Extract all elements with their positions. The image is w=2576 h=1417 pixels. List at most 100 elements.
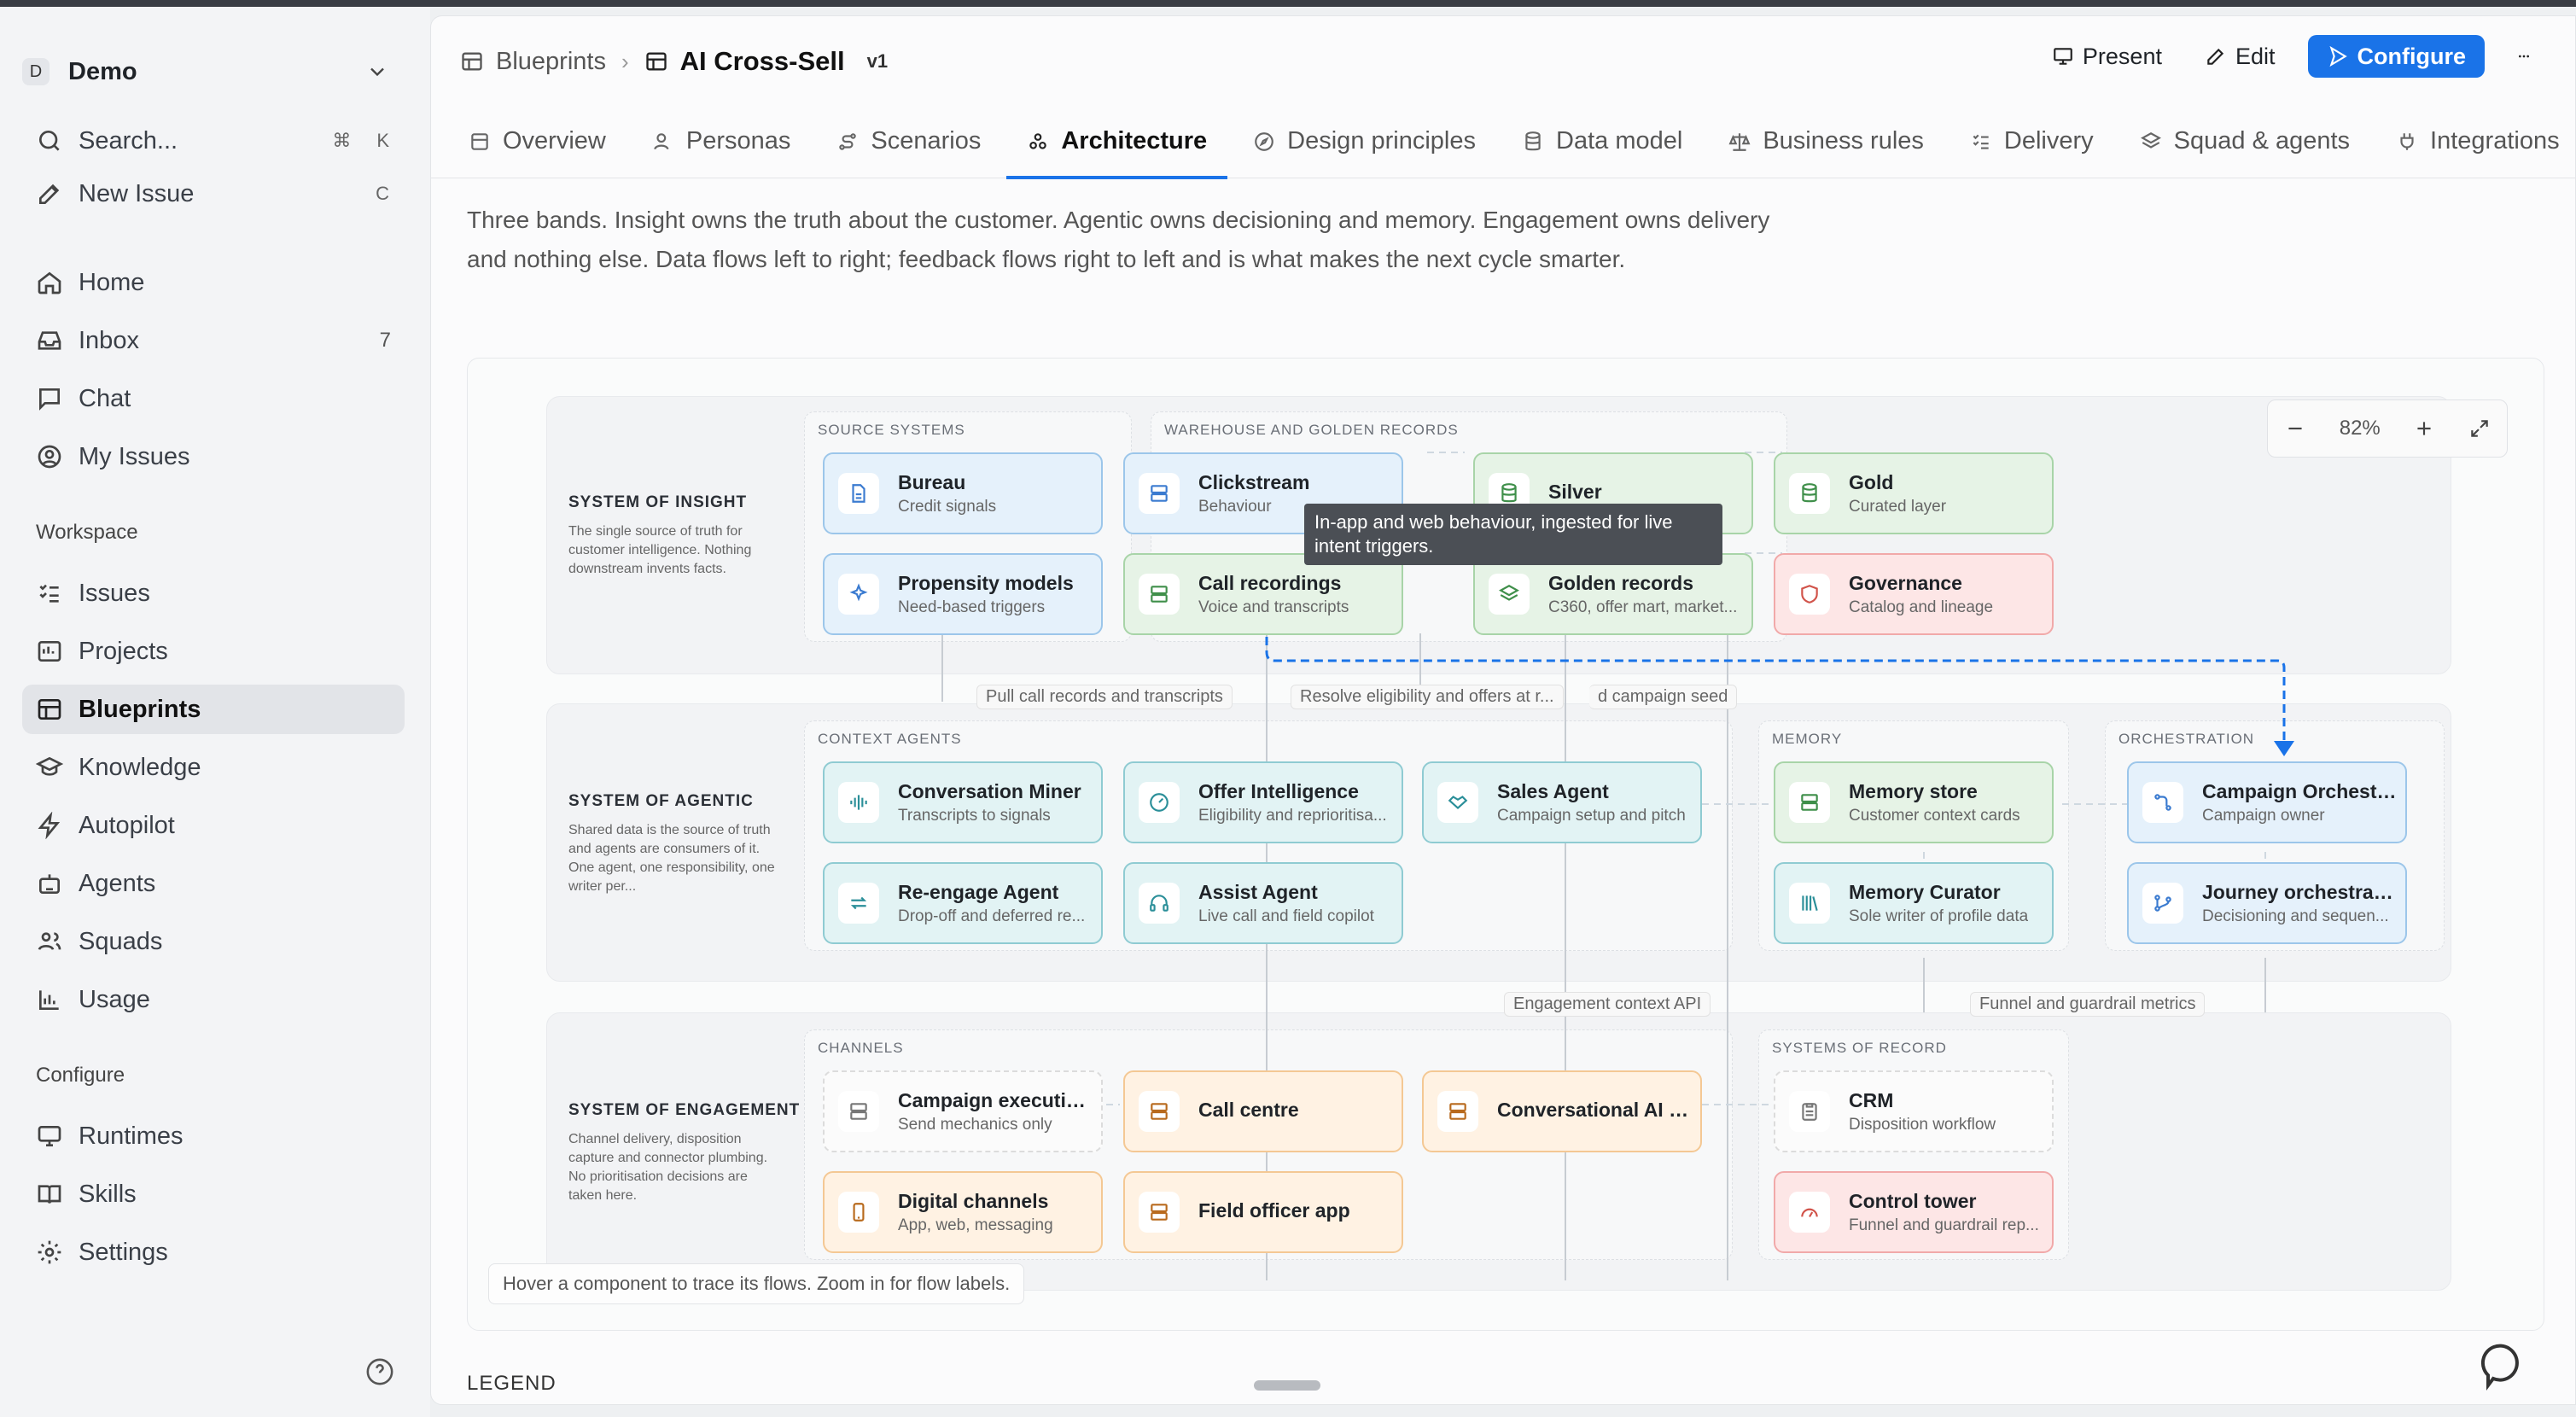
user-icon (654, 132, 669, 149)
sidebar: D Demo Search... ⌘ K New Issue C Home Inb… (0, 7, 430, 1417)
node-memory-store[interactable]: Memory store Customer context cards (1774, 761, 2054, 843)
sidebar-item-my-issues[interactable]: My Issues (22, 432, 405, 481)
sidebar-item-label: Knowledge (79, 753, 201, 781)
monitor-icon (34, 1121, 65, 1152)
compass-icon (1255, 131, 1274, 151)
tab-overview[interactable]: Overview (469, 105, 606, 178)
server-icon (1139, 574, 1180, 615)
band-description: Shared data is the source of truth and a… (568, 823, 775, 894)
sidebar-item-label: Usage (79, 985, 150, 1013)
sidebar-item-label: Projects (79, 637, 168, 665)
group-label: ORCHESTRATION (2118, 731, 2255, 747)
sidebar-item-blueprints[interactable]: Blueprints (22, 685, 405, 734)
group-label: MEMORY (1772, 731, 1843, 747)
zoom-out-icon[interactable] (2284, 417, 2306, 440)
node-crm[interactable]: CRM Disposition workflow (1774, 1070, 2054, 1152)
node-offer-intelligence[interactable]: Offer Intelligence Eligibility and reprio… (1123, 761, 1403, 843)
tab-squad-agents[interactable]: Squad & agents (2140, 105, 2350, 178)
help-icon[interactable] (365, 1357, 394, 1386)
node-field-officer-app[interactable]: Field officer app (1123, 1171, 1403, 1253)
node-sales-agent[interactable]: Sales Agent Campaign setup and pitch (1422, 761, 1702, 843)
node-bureau[interactable]: Bureau Credit signals (823, 452, 1103, 534)
sidebar-item-settings[interactable]: Settings (22, 1227, 405, 1277)
fullscreen-icon[interactable] (2468, 417, 2491, 440)
sidebar-item-autopilot[interactable]: Autopilot (22, 801, 405, 850)
edit-button[interactable]: Edit (2194, 35, 2286, 78)
node-campaign-orchestrator[interactable]: Campaign Orchestra... Campaign owner (2127, 761, 2407, 843)
legend-heading: LEGEND (467, 1372, 557, 1395)
node-call-centre[interactable]: Call centre (1123, 1070, 1403, 1152)
node-propensity-models[interactable]: Propensity models Need-based triggers (823, 553, 1103, 635)
more-horizontal-icon (2519, 55, 2529, 58)
components-icon (1029, 132, 1047, 149)
tab-business-rules[interactable]: Business rules (1728, 105, 1924, 178)
node-conversational-bot[interactable]: Conversational AI bot (1422, 1070, 1702, 1152)
node-digital-channels[interactable]: Digital channels App, web, messaging (823, 1171, 1103, 1253)
sidebar-item-home[interactable]: Home (22, 258, 405, 307)
sidebar-item-inbox[interactable]: Inbox 7 (22, 316, 405, 365)
search-icon (34, 125, 65, 156)
band-title: SYSTEM OF AGENTIC (568, 792, 754, 810)
sidebar-item-label: Blueprints (79, 695, 201, 723)
chat-bubble-icon[interactable] (2480, 1338, 2534, 1392)
band-title: SYSTEM OF ENGAGEMENT (568, 1101, 801, 1119)
chat-icon (34, 383, 65, 414)
tab-architecture[interactable]: Architecture (1006, 105, 1227, 179)
sidebar-item-skills[interactable]: Skills (22, 1169, 405, 1219)
architecture-diagram[interactable]: SYSTEM OF INSIGHT The single source of t… (467, 358, 2544, 1331)
scroll-handle[interactable] (1254, 1380, 1320, 1391)
breadcrumb-root-link[interactable]: Blueprints (496, 48, 606, 76)
node-reengage-agent[interactable]: Re-engage Agent Drop-off and deferred re.… (823, 862, 1103, 944)
more-options-button[interactable] (2507, 35, 2541, 78)
edit-label: Edit (2235, 43, 2276, 69)
node-campaign-execution[interactable]: Campaign execution... Send mechanics only (823, 1070, 1103, 1152)
sidebar-item-label: Autopilot (79, 811, 175, 839)
sidebar-item-chat[interactable]: Chat (22, 374, 405, 423)
plug-icon (2400, 132, 2414, 150)
bar-chart-icon (34, 984, 65, 1015)
checklist-icon (1973, 134, 1989, 149)
node-governance[interactable]: Governance Catalog and lineage (1774, 553, 2054, 635)
handshake-icon (1437, 782, 1478, 823)
new-issue-button[interactable]: New Issue C (22, 169, 405, 219)
workspace-switcher[interactable]: D Demo (22, 50, 398, 94)
sidebar-item-squads[interactable]: Squads (22, 917, 405, 966)
flow-label: Pull call records and transcripts (976, 685, 1233, 709)
sparkles-icon (838, 574, 879, 615)
sidebar-item-usage[interactable]: Usage (22, 975, 405, 1024)
node-golden-records[interactable]: Golden records C360, offer mart, market..… (1473, 553, 1753, 635)
node-conversation-miner[interactable]: Conversation Miner Transcripts to signals (823, 761, 1103, 843)
tab-scenarios[interactable]: Scenarios (836, 105, 981, 178)
book-icon (34, 1179, 65, 1210)
server-icon (1139, 1091, 1180, 1132)
node-assist-agent[interactable]: Assist Agent Live call and field copilot (1123, 862, 1403, 944)
pencil-icon (2207, 48, 2224, 65)
sidebar-item-agents[interactable]: Agents (22, 859, 405, 908)
tab-delivery[interactable]: Delivery (1970, 105, 2094, 178)
tab-integrations[interactable]: Integrations (2396, 105, 2560, 178)
node-control-tower[interactable]: Control tower Funnel and guardrail rep... (1774, 1171, 2054, 1253)
sidebar-item-projects[interactable]: Projects (22, 627, 405, 676)
tab-data-model[interactable]: Data model (1522, 105, 1682, 178)
sidebar-item-label: Squads (79, 927, 163, 955)
sidebar-item-runtimes[interactable]: Runtimes (22, 1111, 405, 1161)
sidebar-item-knowledge[interactable]: Knowledge (22, 743, 405, 792)
configure-button[interactable]: Configure (2307, 35, 2485, 78)
architecture-intro: Three bands. Insight owns the truth abou… (467, 207, 1770, 272)
node-journey-orchestration[interactable]: Journey orchestration Decisioning and seq… (2127, 862, 2407, 944)
node-gold[interactable]: Gold Curated layer (1774, 452, 2054, 534)
node-call-recordings[interactable]: Call recordings Voice and transcripts (1123, 553, 1403, 635)
version-badge: v1 (866, 50, 889, 72)
search-button[interactable]: Search... ⌘ K (22, 116, 405, 166)
sidebar-item-issues[interactable]: Issues (22, 569, 405, 618)
node-memory-curator[interactable]: Memory Curator Sole writer of profile dat… (1774, 862, 2054, 944)
gauge-icon (1789, 1192, 1830, 1233)
present-button[interactable]: Present (2042, 35, 2172, 78)
tab-personas[interactable]: Personas (652, 105, 790, 178)
zoom-in-icon[interactable] (2413, 417, 2435, 440)
flow-label: Funnel and guardrail metrics (1970, 992, 2206, 1017)
users-icon (34, 926, 65, 957)
page-title: AI Cross-Sell (679, 46, 845, 76)
tab-design-principles[interactable]: Design principles (1253, 105, 1476, 178)
configure-section-label: Configure (36, 1064, 125, 1087)
